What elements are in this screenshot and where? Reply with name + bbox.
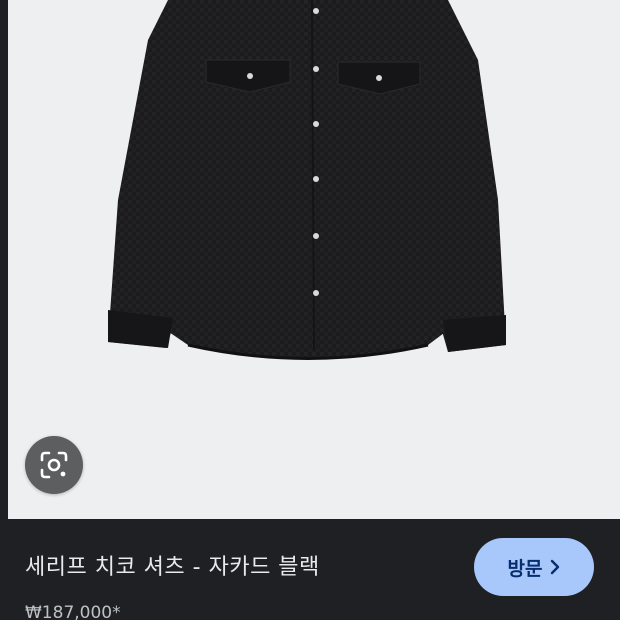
product-title[interactable]: 세리프 치코 셔츠 - 자카드 블랙 (25, 549, 445, 581)
google-lens-icon (40, 451, 68, 479)
product-image[interactable] (8, 0, 620, 519)
google-lens-button[interactable] (25, 436, 83, 494)
visit-button-label: 방문 (507, 557, 543, 580)
product-price: ₩187,000* (25, 603, 121, 620)
chevron-right-icon (551, 559, 560, 575)
shirt-image (108, 0, 506, 360)
product-info-panel: 세리프 치코 셔츠 - 자카드 블랙 ₩187,000* 방문 (0, 519, 620, 620)
visit-button[interactable]: 방문 (474, 538, 594, 596)
shopping-result-screen: 세리프 치코 셔츠 - 자카드 블랙 ₩187,000* 방문 (0, 0, 620, 620)
